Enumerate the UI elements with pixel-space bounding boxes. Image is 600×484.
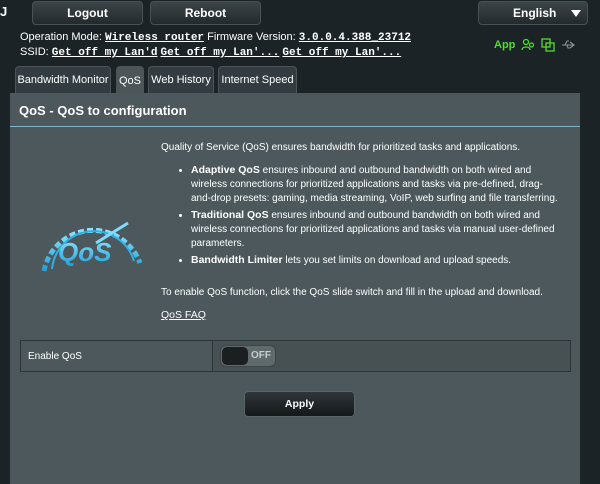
ssid-link-3[interactable]: Get off my Lan'... bbox=[282, 47, 401, 59]
firmware-link[interactable]: 3.0.0.4.388_23712 bbox=[299, 32, 411, 44]
tab-bandwidth-monitor[interactable]: Bandwidth Monitor bbox=[15, 66, 111, 93]
page-title: QoS - QoS to configuration bbox=[19, 103, 187, 118]
qos-description: Quality of Service (QoS) ensures bandwid… bbox=[161, 141, 561, 270]
feature-name: Traditional QoS bbox=[191, 209, 269, 221]
app-link[interactable]: App bbox=[494, 39, 515, 51]
qos-panel: QoS - QoS to configuration QoS Quality o… bbox=[10, 93, 580, 484]
tab-web-history[interactable]: Web History bbox=[148, 66, 214, 93]
feature-text: lets you set limits on download and uplo… bbox=[282, 255, 512, 266]
operation-mode-link[interactable]: Wireless router bbox=[105, 32, 204, 44]
reboot-button[interactable]: Reboot bbox=[150, 1, 261, 25]
list-item: Adaptive QoS ensures inbound and outboun… bbox=[191, 163, 561, 206]
firmware-label: Firmware Version: bbox=[207, 31, 296, 43]
tab-qos[interactable]: QoS bbox=[116, 66, 144, 94]
clients-icon[interactable] bbox=[521, 38, 535, 52]
enable-qos-value-cell: OFF bbox=[213, 341, 570, 371]
language-label: English bbox=[513, 6, 557, 20]
operation-mode-line: Operation Mode: Wireless router Firmware… bbox=[20, 31, 411, 44]
list-item: Traditional QoS ensures inbound and outb… bbox=[191, 208, 561, 251]
qos-speedometer-icon: QoS bbox=[41, 221, 143, 272]
feature-list: Adaptive QoS ensures inbound and outboun… bbox=[191, 163, 561, 268]
qos-faq-link[interactable]: QoS FAQ bbox=[161, 309, 206, 321]
logout-button[interactable]: Logout bbox=[32, 1, 143, 25]
logo-text: QoS bbox=[58, 237, 112, 267]
chevron-down-icon bbox=[571, 10, 581, 17]
ssid-link-1[interactable]: Get off my Lan'd bbox=[52, 47, 158, 59]
enable-qos-row: Enable QoS OFF bbox=[20, 340, 571, 372]
enable-instructions: To enable QoS function, click the QoS sl… bbox=[161, 287, 543, 298]
enable-qos-toggle[interactable]: OFF bbox=[220, 345, 276, 367]
toggle-state-label: OFF bbox=[251, 350, 271, 361]
ssid-label: SSID: bbox=[20, 46, 49, 58]
top-bar: J Logout Reboot English bbox=[0, 0, 600, 27]
language-select[interactable]: English bbox=[478, 1, 588, 25]
list-item: Bandwidth Limiter lets you set limits on… bbox=[191, 253, 561, 268]
ssid-link-2[interactable]: Get off my Lan'... bbox=[160, 47, 279, 59]
copy-icon[interactable] bbox=[541, 38, 556, 52]
feature-name: Bandwidth Limiter bbox=[191, 254, 283, 266]
ssid-line: SSID: Get off my Lan'd Get off my Lan'..… bbox=[20, 46, 401, 59]
usb-icon[interactable] bbox=[561, 38, 576, 52]
logo-fragment: J bbox=[0, 4, 8, 19]
feature-name: Adaptive QoS bbox=[191, 164, 260, 176]
enable-qos-label: Enable QoS bbox=[21, 341, 213, 371]
title-divider bbox=[10, 126, 580, 127]
intro-text: Quality of Service (QoS) ensures bandwid… bbox=[161, 142, 521, 153]
status-icons: App bbox=[494, 38, 576, 52]
operation-mode-label: Operation Mode: bbox=[20, 31, 102, 43]
apply-button[interactable]: Apply bbox=[244, 391, 355, 417]
tab-internet-speed[interactable]: Internet Speed bbox=[218, 66, 297, 93]
toggle-knob bbox=[222, 347, 248, 365]
